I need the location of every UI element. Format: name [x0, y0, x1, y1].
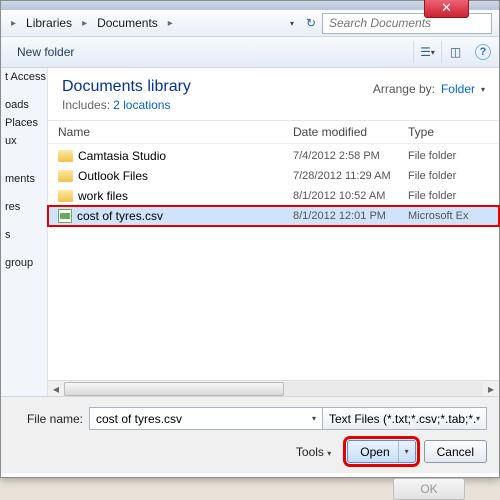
- filename-label: File name:: [25, 412, 83, 426]
- file-type-filter[interactable]: Text Files (*.txt;*.csv;*.tab;*.asc) ▾: [322, 407, 487, 430]
- scroll-thumb[interactable]: [64, 382, 284, 396]
- folder-icon: [58, 150, 73, 162]
- csv-file-icon: [58, 209, 72, 223]
- file-name: Outlook Files: [78, 169, 148, 183]
- sidebar[interactable]: t Access oads Places ux ments res s ­gro…: [1, 68, 48, 396]
- col-type[interactable]: Type: [408, 125, 489, 139]
- sidebar-item[interactable]: ments: [1, 170, 47, 188]
- sidebar-item[interactable]: s: [1, 226, 47, 244]
- help-icon[interactable]: ?: [475, 44, 491, 60]
- library-subtitle: Includes: 2 locations: [62, 98, 191, 112]
- sidebar-item[interactable]: ­group: [1, 254, 47, 272]
- filename-input[interactable]: [89, 407, 324, 430]
- file-date: 8/1/2012 12:01 PM: [293, 210, 408, 222]
- chevron-down-icon: ▾: [476, 414, 480, 423]
- file-row[interactable]: Outlook Files 7/28/2012 11:29 AMFile fold…: [48, 166, 499, 186]
- file-row[interactable]: work files 8/1/2012 10:52 AMFile folder: [48, 186, 499, 206]
- chevron-right-icon: ▸: [5, 18, 22, 29]
- locations-link[interactable]: 2 locations: [113, 98, 170, 112]
- dialog-bottom: File name: ▾ Text Files (*.txt;*.csv;*.t…: [1, 396, 499, 473]
- titlebar[interactable]: ✕: [1, 1, 499, 10]
- breadcrumb-libraries[interactable]: Libraries: [22, 14, 76, 32]
- col-name[interactable]: Name: [58, 125, 293, 139]
- sidebar-item[interactable]: ux: [1, 132, 47, 150]
- file-name: work files: [78, 189, 128, 203]
- preview-pane-icon[interactable]: ◫: [441, 41, 469, 63]
- toolbar: New folder ☰ ▾ ◫ ?: [1, 37, 499, 68]
- file-date: 7/28/2012 11:29 AM: [293, 170, 408, 182]
- file-row[interactable]: cost of tyres.csv 8/1/2012 12:01 PMMicros…: [48, 206, 499, 226]
- file-name: cost of tyres.csv: [77, 209, 163, 223]
- scroll-right-icon[interactable]: ▸: [483, 382, 499, 396]
- folder-icon: [58, 190, 73, 202]
- file-type: File folder: [408, 190, 456, 202]
- file-type: File folder: [408, 150, 456, 162]
- path-dropdown-icon[interactable]: ▾: [284, 19, 300, 28]
- file-date: 8/1/2012 10:52 AM: [293, 190, 408, 202]
- chevron-down-icon: ▾: [481, 85, 485, 94]
- folder-icon: [58, 170, 73, 182]
- breadcrumb-documents[interactable]: Documents: [93, 14, 162, 32]
- chevron-right-icon: ▸: [76, 18, 93, 29]
- refresh-icon[interactable]: ↻: [300, 16, 322, 30]
- ok-button-behind[interactable]: OK: [393, 478, 465, 500]
- file-date: 7/4/2012 2:58 PM: [293, 150, 408, 162]
- file-type: Microsoft Ex: [408, 210, 469, 222]
- view-options-icon[interactable]: ☰ ▾: [413, 41, 441, 63]
- new-folder-button[interactable]: New folder: [9, 41, 82, 63]
- chevron-right-icon: ▸: [162, 18, 179, 29]
- library-title: Documents library: [62, 78, 191, 96]
- sidebar-item[interactable]: t Access: [1, 68, 47, 86]
- sidebar-item[interactable]: res: [1, 198, 47, 216]
- open-button[interactable]: Open ▾: [347, 440, 415, 463]
- tools-menu[interactable]: Tools ▾: [296, 445, 331, 459]
- arrange-by[interactable]: Arrange by: Folder ▾: [373, 82, 485, 96]
- filename-dropdown-icon[interactable]: ▾: [312, 414, 316, 423]
- open-split-dropdown[interactable]: ▾: [398, 441, 415, 462]
- file-list-pane: Documents library Includes: 2 locations …: [48, 68, 499, 396]
- file-type: File folder: [408, 170, 456, 182]
- close-button[interactable]: ✕: [424, 0, 469, 18]
- file-row[interactable]: Camtasia Studio 7/4/2012 2:58 PMFile fold…: [48, 146, 499, 166]
- scroll-track[interactable]: [64, 382, 483, 396]
- horizontal-scrollbar[interactable]: ◂ ▸: [48, 380, 499, 396]
- file-open-dialog: ✕ ▸ Libraries ▸ Documents ▸ ▾ ↻ New fold…: [0, 0, 500, 478]
- scroll-left-icon[interactable]: ◂: [48, 382, 64, 396]
- sidebar-item[interactable]: oads: [1, 96, 47, 114]
- cancel-button[interactable]: Cancel: [424, 440, 487, 463]
- sidebar-item[interactable]: Places: [1, 114, 47, 132]
- file-name: Camtasia Studio: [78, 149, 166, 163]
- column-headers[interactable]: Name Date modified Type: [48, 121, 499, 144]
- col-date[interactable]: Date modified: [293, 125, 408, 139]
